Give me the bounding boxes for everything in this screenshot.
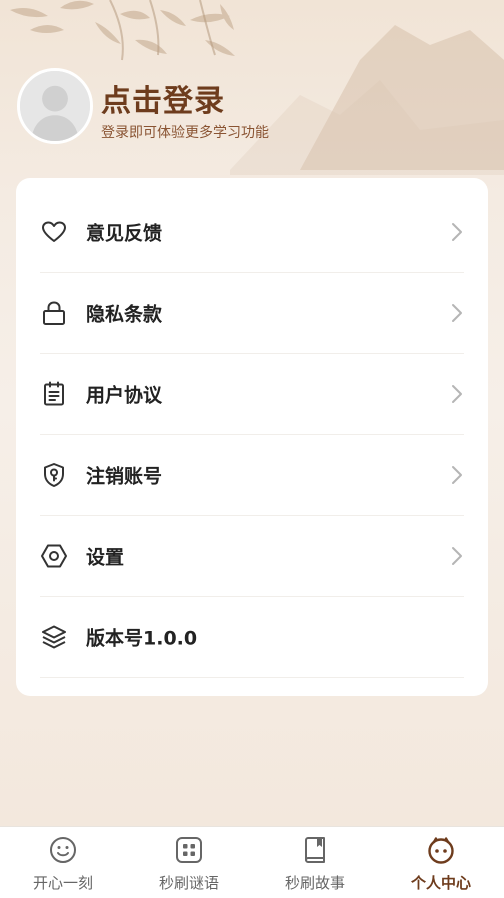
smile-icon	[48, 835, 78, 865]
menu-item-label: 用户协议	[86, 384, 163, 407]
lock-icon	[40, 299, 68, 327]
menu-item-privacy[interactable]: 隐私条款	[40, 273, 464, 354]
book-icon	[300, 835, 330, 865]
heart-icon	[40, 218, 68, 246]
menu-item-label: 隐私条款	[86, 303, 163, 326]
menu-card: 意见反馈 隐私条款 用户协议 注销账号 设置 版本号1.0.0	[16, 178, 488, 696]
chevron-right-icon	[450, 302, 464, 324]
menu-item-delete-account[interactable]: 注销账号	[40, 435, 464, 516]
menu-item-feedback[interactable]: 意见反馈	[40, 192, 464, 273]
chevron-right-icon	[450, 545, 464, 567]
tab-label: 秒刷谜语	[158, 874, 219, 892]
tab-label: 开心一刻	[32, 874, 93, 892]
menu-item-settings[interactable]: 设置	[40, 516, 464, 597]
menu-item-version: 版本号1.0.0	[40, 597, 464, 678]
profile-header: 点击登录 登录即可体验更多学习功能	[0, 0, 504, 170]
menu-item-label: 意见反馈	[86, 222, 163, 245]
login-title[interactable]: 点击登录	[101, 76, 225, 120]
grid-icon	[174, 835, 204, 865]
avatar[interactable]	[17, 68, 93, 144]
menu-item-agreement[interactable]: 用户协议	[40, 354, 464, 435]
chevron-right-icon	[450, 221, 464, 243]
tab-stories[interactable]: 秒刷故事	[252, 827, 378, 898]
tab-riddles[interactable]: 秒刷谜语	[126, 827, 252, 898]
tab-label: 秒刷故事	[284, 874, 345, 892]
version-label: 版本号1.0.0	[86, 627, 198, 650]
menu-item-label: 设置	[86, 546, 125, 569]
chevron-right-icon	[450, 464, 464, 486]
hexagon-nut-icon	[40, 542, 68, 570]
chevron-right-icon	[450, 383, 464, 405]
clipboard-icon	[40, 380, 68, 408]
face-icon	[426, 835, 456, 865]
tab-label: 个人中心	[410, 874, 471, 892]
tab-happy-moment[interactable]: 开心一刻	[0, 827, 126, 898]
layers-icon	[40, 623, 68, 651]
menu-item-label: 注销账号	[86, 465, 163, 488]
tab-personal-center[interactable]: 个人中心	[378, 827, 504, 898]
bottom-tab-bar: 开心一刻 秒刷谜语 秒刷故事 个人中心	[0, 826, 504, 898]
default-avatar-icon	[20, 71, 90, 141]
login-subtitle: 登录即可体验更多学习功能	[101, 125, 269, 141]
shield-key-icon	[40, 461, 68, 489]
